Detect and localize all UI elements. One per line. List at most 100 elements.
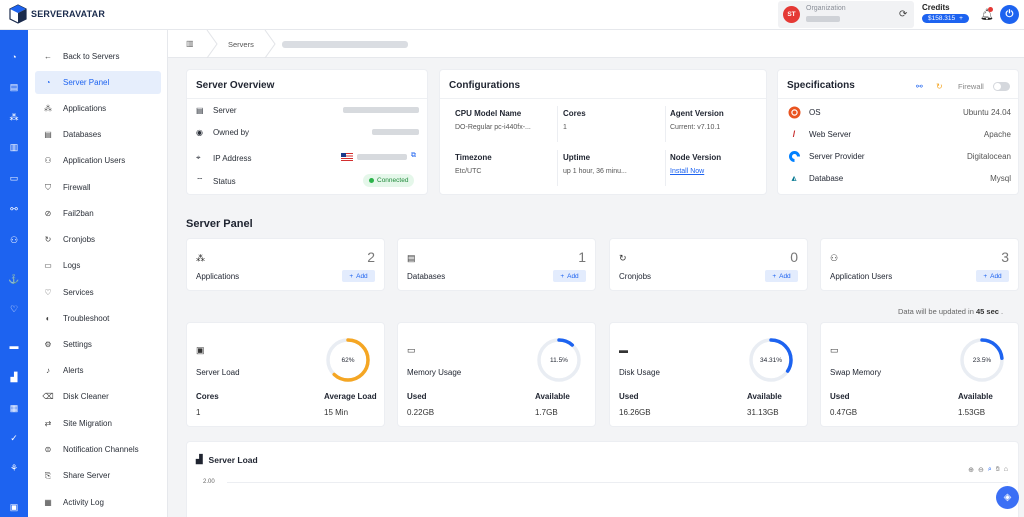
sidebar-item-activity-log[interactable]: ▦ Activity Log [35,491,161,514]
timezone-value: Etc/UTC [455,168,482,175]
metric-value: 1.53GB [958,408,986,417]
shield-icon: ⛉ [45,182,51,192]
rail-network-icon[interactable]: ⚯ [0,204,28,215]
metric-value: 0.47GB [830,408,858,417]
sidebar-item-logs[interactable]: ▭ Logs [35,254,161,277]
add-button[interactable]: + Add [765,270,798,282]
overview-status-label: Status [213,176,236,186]
panel-card-applications[interactable]: ⁂ 2 Applications + Add [186,238,385,291]
overview-server-label: Server [213,106,237,115]
support-chat-icon[interactable]: ◈ [996,486,1019,509]
install-node-link[interactable]: Install Now [670,168,721,175]
breadcrumb-servers[interactable]: Servers [228,40,254,49]
share-nodes-icon[interactable]: ⚯ [916,82,923,91]
digitalocean-icon [787,149,801,163]
sidebar-item-disk-cleaner[interactable]: ⌫ Disk Cleaner [35,385,161,408]
rail-database-icon[interactable]: ▥ [0,142,28,153]
sidebar-item-label: Back to Servers [63,52,120,61]
metric-key: Cores [196,392,219,401]
organization-switcher[interactable]: ST Organization ⟳ [778,1,914,28]
cpu-model-cell: CPU Model Name DO-Regular pc-i440fx-... [455,109,531,131]
agent-version-cell: Agent Version Current: v7.10.1 [670,109,724,131]
divider [778,98,1018,99]
panel-card-databases[interactable]: ▤ 1 Databases + Add [397,238,596,291]
sidebar-item-server-panel[interactable]: ◔ Server Panel [35,71,161,94]
sidebar-item-firewall[interactable]: ⛉ Firewall [35,176,161,199]
breadcrumb-separator [206,30,218,58]
divider [665,150,666,186]
sidebar-item-label: Fail2ban [63,209,94,218]
panel-count: 3 [1001,249,1009,265]
configurations-card: Configurations CPU Model Name DO-Regular… [439,69,767,195]
breadcrumb-home-icon[interactable]: ▥ [186,39,194,48]
refresh-icon[interactable]: ↻ [936,82,943,91]
sidebar-item-notification-channels[interactable]: ⊜ Notification Channels [35,438,161,461]
rail-share-icon[interactable]: ⚘ [0,463,28,474]
cores-cell: Cores 1 [563,109,586,131]
sidebar-item-site-migration[interactable]: ⇄ Site Migration [35,412,161,435]
sidebar-item-services[interactable]: ♡ Services [35,281,161,304]
divider [665,106,666,142]
overview-status-row: ⌔ Status [196,176,236,186]
magnifier-icon[interactable]: ⌕ [988,466,992,474]
spec-row-os: OS Ubuntu 24.04 [787,105,1011,119]
rail-apps-icon[interactable]: ⁂ [0,112,28,123]
switch-org-icon[interactable]: ⟳ [899,9,907,20]
panel-count: 2 [367,249,375,265]
sidebar-item-settings[interactable]: ⚙ Settings [35,333,161,356]
sidebar-item-back-to-servers[interactable]: ← Back to Servers [35,45,161,68]
rail-storage-icon[interactable]: ▭ [0,173,28,184]
zoom-in-icon[interactable]: ⊕ [968,466,974,474]
rail-dashboard-icon[interactable]: ◔ [0,52,28,62]
sidebar-item-troubleshoot[interactable]: ◐ Troubleshoot [35,307,161,330]
agent-version-label: Agent Version [670,109,724,118]
sidebar-item-alerts[interactable]: ♪ Alerts [35,359,161,382]
sidebar-item-fail2ban[interactable]: ⊘ Fail2ban [35,202,161,225]
rail-calendar-icon[interactable]: ▦ [0,403,28,414]
power-icon[interactable]: ⏻ [1000,5,1019,24]
cron-icon: ↻ [44,235,52,244]
rail-analytics-icon[interactable]: ▟ [0,372,28,383]
firewall-toggle[interactable] [993,82,1010,91]
rail-team-icon[interactable]: ⚇ [0,235,28,246]
update-note-suffix: . [1001,307,1004,316]
rail-billing-icon[interactable]: ▬ [0,341,28,351]
rail-check-icon[interactable]: ✓ [0,433,28,444]
sidebar-item-label: Activity Log [63,498,104,507]
overview-ip-label: IP Address [213,153,252,163]
brand-name: SERVERAVATAR [31,9,106,19]
sidebar-item-cronjobs[interactable]: ↻ Cronjobs [35,228,161,251]
brand-logo[interactable]: SERVERAVATAR [9,4,105,24]
metric-card-server-load: ▣ Server Load 62% Cores 1 Average Load 15 Min [186,322,385,427]
sidebar-item-databases[interactable]: ▤ Databases [35,123,161,146]
home-icon[interactable]: ⌂ [1004,466,1008,474]
metric-value: 0.22GB [407,408,435,417]
panel-card-application-users[interactable]: ⚇ 3 Application Users + Add [820,238,1019,291]
add-button[interactable]: + Add [342,270,375,282]
sidebar-item-share-server[interactable]: ⎘ Share Server [35,464,161,487]
rail-servers-icon[interactable]: ▤ [0,82,28,93]
copy-icon[interactable]: ⧉ [411,152,416,160]
add-button[interactable]: + Add [976,270,1009,282]
applications-icon: ⁂ [44,104,52,113]
rail-integrations-icon[interactable]: ⚓ [0,274,28,285]
panel-card-cronjobs[interactable]: ↻ 0 Cronjobs + Add [609,238,808,291]
node-version-label: Node Version [670,153,722,162]
metric-value: 1 [196,408,201,417]
server-sidebar: ← Back to Servers ◔ Server Panel ⁂ Applicatio… [28,30,168,517]
metric-card-swap-memory: ▭ Swap Memory 23.5% Used 0.47GB Available 1.53… [820,322,1019,427]
add-label: Add [990,272,1002,280]
sidebar-item-application-users[interactable]: ⚇ Application Users [35,149,161,172]
rail-docs-icon[interactable]: ▣ [0,502,28,513]
sidebar-item-applications[interactable]: ⁂ Applications [35,97,161,120]
status-badge: Connected [363,174,415,187]
zoom-out-icon[interactable]: ⊖ [978,466,984,474]
credits-badge[interactable]: $158.315 + [922,14,969,23]
server-load-chart-card: ▟ Server Load ⊕ ⊖ ⌕ ✋︎ ⌂ 2.00 [186,441,1019,517]
add-button[interactable]: + Add [553,270,586,282]
rail-support-icon[interactable]: ♡ [0,304,28,315]
gear-icon: ⚙ [44,340,52,349]
pan-hand-icon[interactable]: ✋︎ [996,466,1000,474]
sidebar-item-label: Logs [63,261,81,270]
metric-value: 15 Min [324,408,349,417]
